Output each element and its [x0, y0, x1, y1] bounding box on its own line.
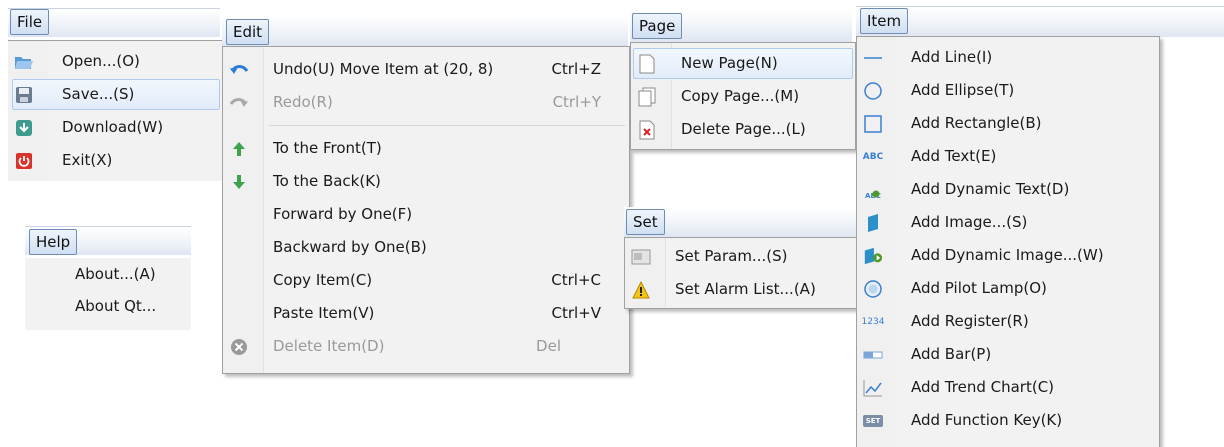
menu-item-save[interactable]: Save...(S) — [8, 78, 222, 111]
line-icon — [863, 48, 883, 68]
delete-page-icon — [637, 120, 657, 140]
new-page-icon — [637, 54, 657, 74]
menu-page[interactable]: Page — [632, 13, 683, 39]
pilot-lamp-icon — [863, 279, 883, 299]
menu-item-forward-one[interactable]: Forward by One(F) — [223, 198, 629, 231]
menu-item-add-dynamic-image[interactable]: Add Dynamic Image...(W) — [857, 239, 1159, 272]
exit-power-icon — [14, 151, 34, 171]
image-icon — [863, 213, 883, 233]
menu-item-add-pilot-lamp[interactable]: Add Pilot Lamp(O) — [857, 272, 1159, 305]
text-icon: ABC — [862, 151, 884, 162]
dynamic-image-icon — [863, 246, 883, 266]
menu-item-add-register[interactable]: 1234 Add Register(R) — [857, 305, 1159, 338]
menu-help[interactable]: Help — [29, 229, 78, 255]
menu-item-add-function-key[interactable]: SET Add Function Key(K) — [857, 404, 1159, 437]
menu-item-to-back[interactable]: To the Back(K) — [223, 165, 629, 198]
menu-item-about[interactable]: About...(A) — [25, 258, 191, 290]
bar-icon — [863, 345, 883, 365]
menu-set[interactable]: Set — [626, 209, 665, 235]
menu-item-add-rectangle[interactable]: Add Rectangle(B) — [857, 107, 1159, 140]
front-arrow-icon — [229, 139, 249, 159]
menu-item-copy-page[interactable]: Copy Page...(M) — [631, 80, 855, 113]
item-dropdown: Add Line(I) Add Ellipse(T) Add Rectangle… — [856, 36, 1160, 447]
menu-item-add-ellipse[interactable]: Add Ellipse(T) — [857, 74, 1159, 107]
menu-item-to-front[interactable]: To the Front(T) — [223, 132, 629, 165]
file-dropdown: Open...(O) Save...(S) Download(W) Exit(X… — [8, 40, 222, 181]
copy-page-icon — [637, 87, 657, 107]
menu-item-add-dynamic-text[interactable]: ABC Add Dynamic Text(D) — [857, 173, 1159, 206]
menu-edit[interactable]: Edit — [226, 19, 270, 45]
download-icon — [14, 118, 34, 138]
dynamic-text-icon: ABC — [865, 190, 881, 200]
menu-item-delete-item[interactable]: Delete Item(D) Del — [223, 330, 629, 363]
warning-icon — [631, 280, 651, 300]
param-icon — [631, 247, 651, 267]
set-dropdown: Set Param...(S) Set Alarm List...(A) — [624, 237, 858, 309]
menu-item-add-trend-chart[interactable]: Add Trend Chart(C) — [857, 371, 1159, 404]
menu-item-add-bar[interactable]: Add Bar(P) — [857, 338, 1159, 371]
undo-icon — [229, 60, 249, 80]
delete-icon — [229, 337, 249, 357]
menu-item-new-page[interactable]: New Page(N) — [631, 47, 855, 80]
menu-item-backward-one[interactable]: Backward by One(B) — [223, 231, 629, 264]
floppy-save-icon — [14, 85, 34, 105]
menu-item-download[interactable]: Download(W) — [8, 111, 222, 144]
menu-item-add-line[interactable]: Add Line(I) — [857, 41, 1159, 74]
open-folder-icon — [14, 52, 34, 72]
trend-chart-icon — [863, 378, 883, 398]
menu-item-add-text[interactable]: ABC Add Text(E) — [857, 140, 1159, 173]
menu-item-open[interactable]: Open...(O) — [8, 45, 222, 78]
redo-icon — [229, 93, 249, 113]
item-menubar — [856, 6, 1224, 37]
register-icon: 1234 — [861, 316, 885, 327]
page-dropdown: New Page(N) Copy Page...(M) Delete Page.… — [630, 42, 856, 150]
function-key-icon: SET — [863, 415, 883, 427]
menu-item-add-image[interactable]: Add Image...(S) — [857, 206, 1159, 239]
menu-item-set-param[interactable]: Set Param...(S) — [625, 240, 857, 273]
menu-item-exit[interactable]: Exit(X) — [8, 144, 222, 177]
menu-item-paste-item[interactable]: Paste Item(V) Ctrl+V — [223, 297, 629, 330]
menu-item-redo[interactable]: Redo(R) Ctrl+Y — [223, 86, 629, 119]
menu-item-delete-page[interactable]: Delete Page...(L) — [631, 113, 855, 146]
edit-dropdown: Undo(U) Move Item at (20, 8) Ctrl+Z Redo… — [222, 46, 630, 374]
edit-menubar — [222, 16, 628, 46]
menu-file-label: File — [17, 13, 43, 31]
menu-file[interactable]: File — [10, 9, 50, 35]
menu-separator — [269, 125, 625, 126]
help-dropdown: About...(A) About Qt... — [25, 258, 191, 330]
back-arrow-icon — [229, 172, 249, 192]
menu-item-about-qt[interactable]: About Qt... — [25, 290, 191, 322]
menu-item-copy-item[interactable]: Copy Item(C) Ctrl+C — [223, 264, 629, 297]
menu-item-set-alarm-list[interactable]: Set Alarm List...(A) — [625, 273, 857, 306]
rectangle-icon — [863, 114, 883, 134]
ellipse-icon — [863, 81, 883, 101]
menu-item-undo[interactable]: Undo(U) Move Item at (20, 8) Ctrl+Z — [223, 53, 629, 86]
menu-item[interactable]: Item — [860, 8, 909, 34]
